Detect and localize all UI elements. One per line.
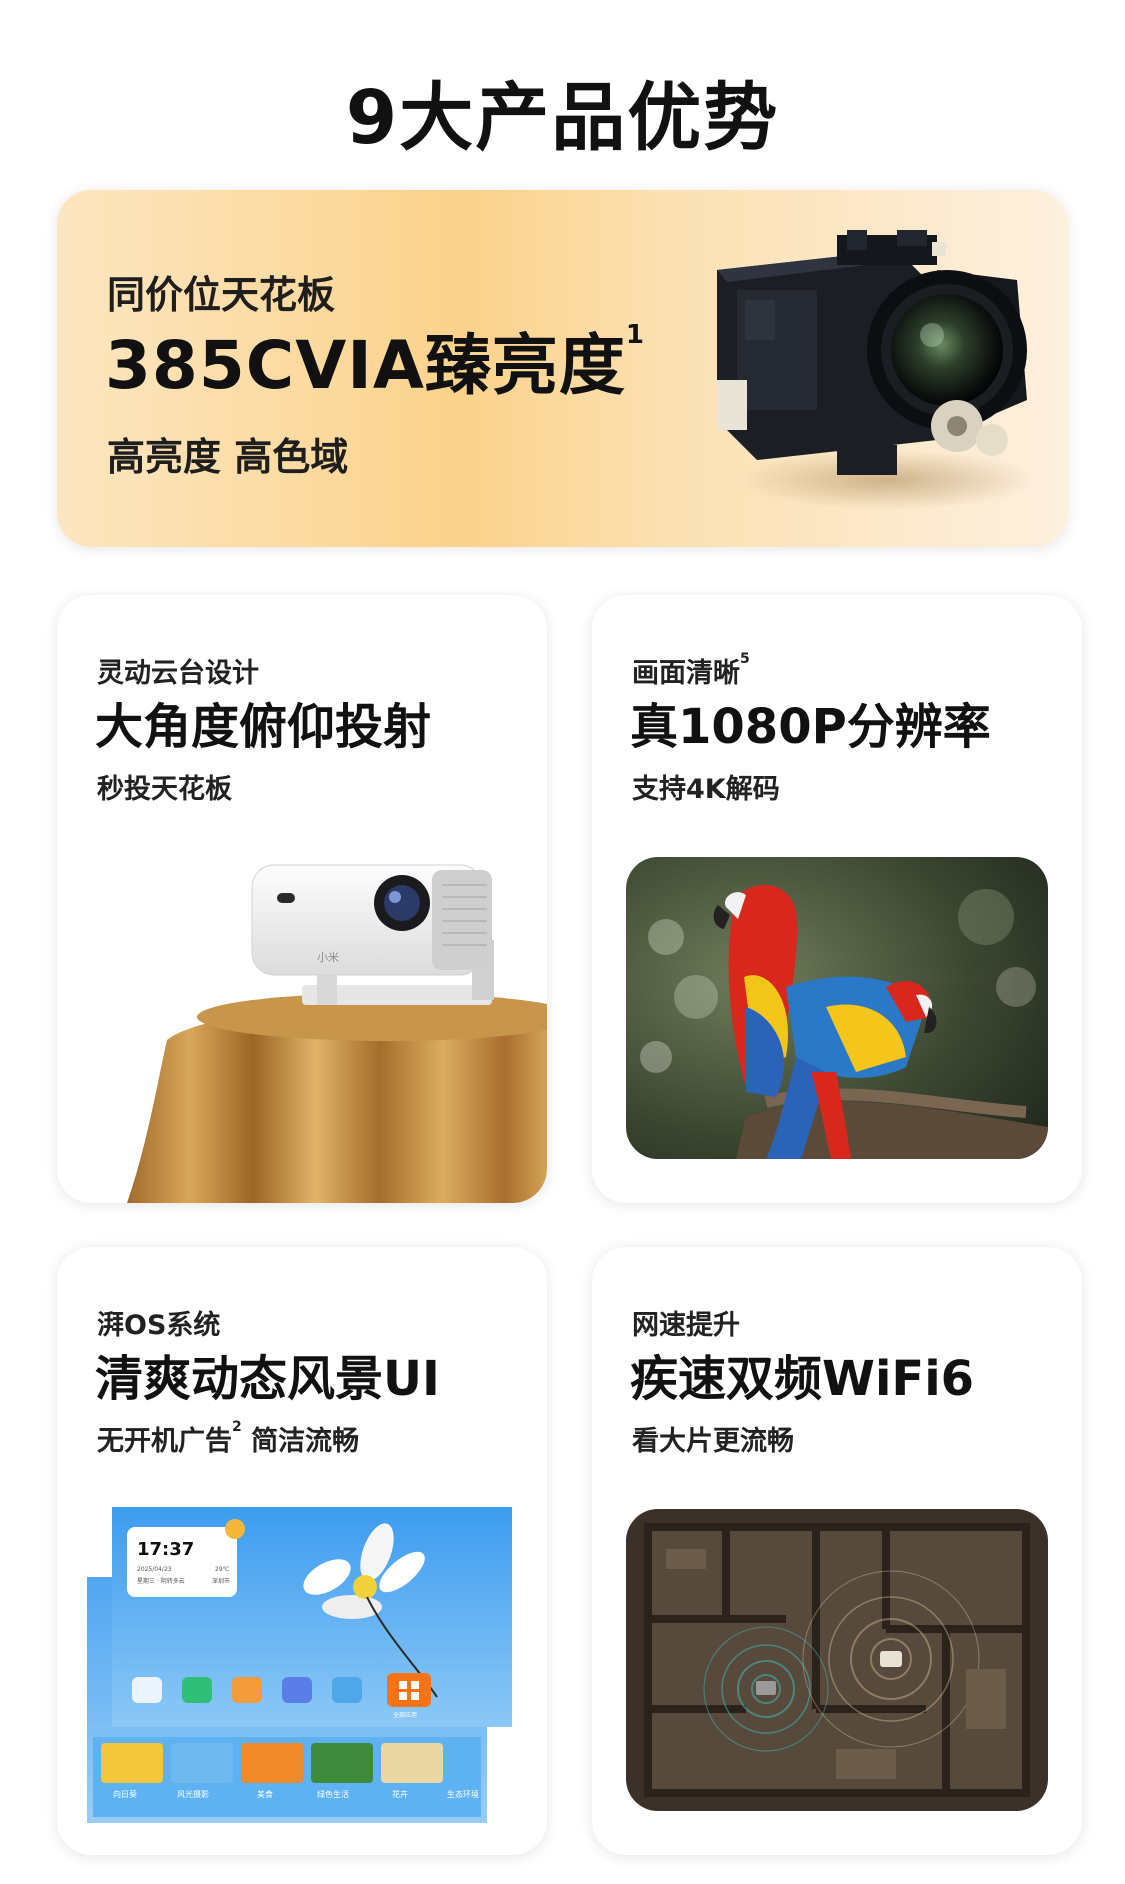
footnote-marker: 1 bbox=[625, 320, 646, 350]
projector-on-table-image: 小米 bbox=[57, 845, 547, 1203]
card-note: 秒投天花板 bbox=[97, 774, 232, 805]
row-label: 绿色生活 bbox=[317, 1789, 349, 1799]
os-home-screen-image: 向日葵 风光摄影 美食 绿色生活 花卉 生态环境 17:37 2025/04/2… bbox=[87, 1497, 517, 1823]
clock-date: 2025/04/23 bbox=[137, 1566, 172, 1573]
wifi-floorplan-image bbox=[626, 1509, 1048, 1811]
hero-sub: 高亮度 高色域 bbox=[107, 435, 349, 479]
location: 深圳市 bbox=[212, 1577, 230, 1585]
card-headline: 真1080P分辨率 bbox=[630, 699, 991, 755]
feature-card-wifi: 网速提升 疾速双频WiFi6 看大片更流畅 bbox=[592, 1247, 1082, 1855]
clock-time: 17:37 bbox=[137, 1539, 194, 1560]
card-note: 无开机广告2 简洁流畅 bbox=[97, 1419, 360, 1457]
card-kicker: 湃OS系统 bbox=[97, 1310, 221, 1341]
card-note: 看大片更流畅 bbox=[632, 1426, 794, 1457]
feature-card-os: 湃OS系统 清爽动态风景UI 无开机广告2 简洁流畅 向日葵 风光摄影 美食 绿… bbox=[57, 1247, 547, 1855]
temperature: 29℃ bbox=[215, 1566, 230, 1573]
row-label: 生态环境 bbox=[447, 1789, 479, 1799]
optical-engine-image bbox=[717, 230, 1037, 510]
weather-line: 星期三 · 阴转多云 bbox=[137, 1577, 185, 1585]
card-kicker: 灵动云台设计 bbox=[97, 658, 259, 689]
brand-logo-text: 小米 bbox=[317, 951, 339, 964]
footnote-marker: 2 bbox=[232, 1419, 242, 1435]
card-note: 支持4K解码 bbox=[632, 774, 780, 805]
hero-kicker: 同价位天花板 bbox=[107, 273, 336, 317]
footnote-marker: 5 bbox=[740, 651, 750, 667]
row-label: 向日葵 bbox=[113, 1789, 137, 1799]
card-kicker: 画面清晰5 bbox=[632, 651, 750, 689]
row-label: 花卉 bbox=[392, 1789, 408, 1799]
dock-more-label: 全部应用 bbox=[393, 1711, 417, 1719]
hero-card: 同价位天花板 385CVIA臻亮度1 高亮度 高色域 bbox=[57, 190, 1068, 547]
card-headline: 大角度俯仰投射 bbox=[95, 699, 432, 755]
feature-card-gimbal: 灵动云台设计 大角度俯仰投射 秒投天花板 小米 bbox=[57, 595, 547, 1203]
feature-card-resolution: 画面清晰5 真1080P分辨率 支持4K解码 bbox=[592, 595, 1082, 1203]
row-label: 风光摄影 bbox=[177, 1789, 209, 1799]
card-headline: 清爽动态风景UI bbox=[95, 1351, 440, 1407]
card-headline: 疾速双频WiFi6 bbox=[630, 1351, 975, 1407]
parrots-photo-image bbox=[626, 857, 1048, 1159]
hero-headline: 385CVIA臻亮度1 bbox=[105, 320, 646, 404]
page-title: 9大产品优势 bbox=[345, 75, 780, 161]
card-kicker: 网速提升 bbox=[632, 1310, 740, 1341]
row-label: 美食 bbox=[257, 1789, 273, 1799]
